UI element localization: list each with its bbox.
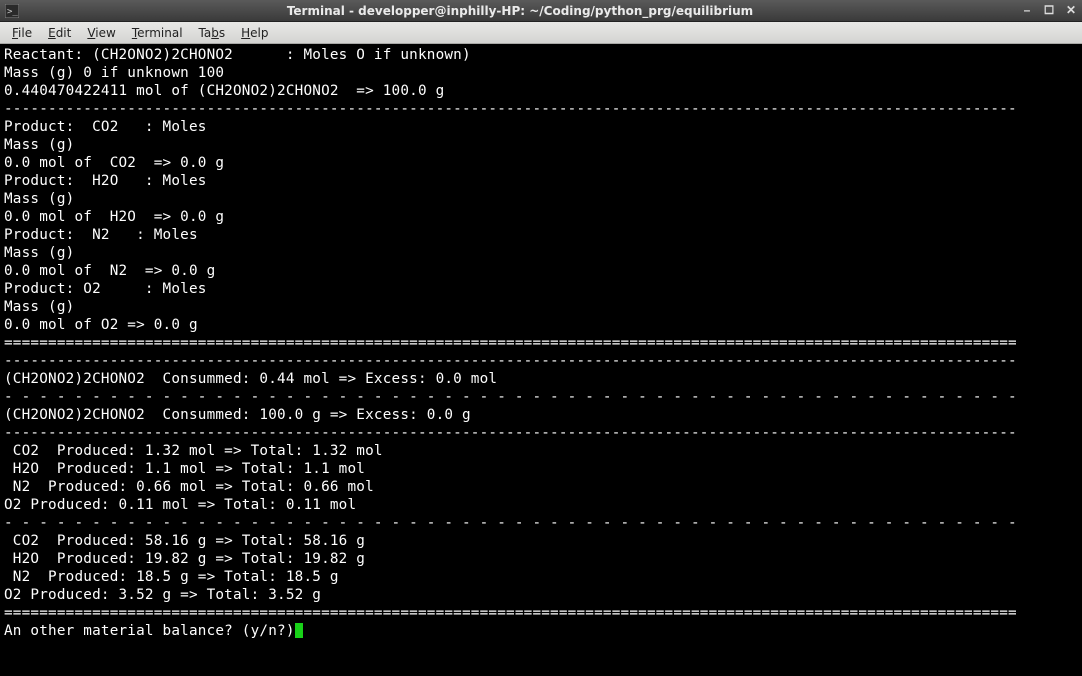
window-buttons: – 🞏 ✕	[1020, 3, 1078, 18]
prompt-text: An other material balance? (y/n?)	[4, 623, 295, 639]
terminal-line: H2O Produced: 19.82 g => Total: 19.82 g	[4, 550, 1078, 568]
terminal-output[interactable]: Reactant: (CH2ONO2)2CHONO2 : Moles O if …	[0, 44, 1082, 676]
terminal-line: Product: CO2 : Moles	[4, 118, 1078, 136]
menu-file[interactable]: File	[6, 24, 38, 42]
terminal-line: 0.0 mol of N2 => 0.0 g	[4, 262, 1078, 280]
terminal-line: O2 Produced: 0.11 mol => Total: 0.11 mol	[4, 496, 1078, 514]
terminal-line: 0.0 mol of CO2 => 0.0 g	[4, 154, 1078, 172]
terminal-line: CO2 Produced: 1.32 mol => Total: 1.32 mo…	[4, 442, 1078, 460]
terminal-line: 0.440470422411 mol of (CH2ONO2)2CHONO2 =…	[4, 82, 1078, 100]
menu-terminal[interactable]: Terminal	[126, 24, 189, 42]
terminal-line: (CH2ONO2)2CHONO2 Consummed: 100.0 g => E…	[4, 406, 1078, 424]
maximize-button[interactable]: 🞏	[1042, 3, 1056, 18]
terminal-prompt[interactable]: An other material balance? (y/n?)	[4, 622, 1078, 640]
window-title: Terminal - developper@inphilly-HP: ~/Cod…	[26, 4, 1014, 18]
terminal-line: 0.0 mol of O2 => 0.0 g	[4, 316, 1078, 334]
terminal-line: Product: N2 : Moles	[4, 226, 1078, 244]
svg-text:>_: >_	[7, 7, 18, 17]
terminal-line: CO2 Produced: 58.16 g => Total: 58.16 g	[4, 532, 1078, 550]
terminal-line: Mass (g)	[4, 298, 1078, 316]
minimize-button[interactable]: –	[1020, 3, 1034, 18]
terminal-line: N2 Produced: 0.66 mol => Total: 0.66 mol	[4, 478, 1078, 496]
app-icon: >_	[4, 3, 20, 19]
window-titlebar: >_ Terminal - developper@inphilly-HP: ~/…	[0, 0, 1082, 22]
terminal-line: Mass (g)	[4, 190, 1078, 208]
terminal-line: Mass (g) 0 if unknown 100	[4, 64, 1078, 82]
terminal-line: Reactant: (CH2ONO2)2CHONO2 : Moles O if …	[4, 46, 1078, 64]
menu-edit[interactable]: Edit	[42, 24, 77, 42]
terminal-line: 0.0 mol of H2O => 0.0 g	[4, 208, 1078, 226]
terminal-line: Product: H2O : Moles	[4, 172, 1078, 190]
menu-tabs[interactable]: Tabs	[193, 24, 232, 42]
menu-help[interactable]: Help	[235, 24, 274, 42]
terminal-line: ========================================…	[4, 604, 1078, 622]
terminal-line: Mass (g)	[4, 136, 1078, 154]
terminal-line: ========================================…	[4, 334, 1078, 352]
terminal-line: (CH2ONO2)2CHONO2 Consummed: 0.44 mol => …	[4, 370, 1078, 388]
menu-bar: File Edit View Terminal Tabs Help	[0, 22, 1082, 44]
terminal-line: H2O Produced: 1.1 mol => Total: 1.1 mol	[4, 460, 1078, 478]
close-button[interactable]: ✕	[1064, 3, 1078, 18]
terminal-line: ----------------------------------------…	[4, 424, 1078, 442]
menu-view[interactable]: View	[81, 24, 121, 42]
cursor	[295, 623, 303, 638]
terminal-line: - - - - - - - - - - - - - - - - - - - - …	[4, 388, 1078, 406]
terminal-line: N2 Produced: 18.5 g => Total: 18.5 g	[4, 568, 1078, 586]
terminal-line: O2 Produced: 3.52 g => Total: 3.52 g	[4, 586, 1078, 604]
terminal-line: - - - - - - - - - - - - - - - - - - - - …	[4, 514, 1078, 532]
terminal-line: Product: O2 : Moles	[4, 280, 1078, 298]
terminal-line: ----------------------------------------…	[4, 352, 1078, 370]
terminal-line: Mass (g)	[4, 244, 1078, 262]
terminal-line: ----------------------------------------…	[4, 100, 1078, 118]
